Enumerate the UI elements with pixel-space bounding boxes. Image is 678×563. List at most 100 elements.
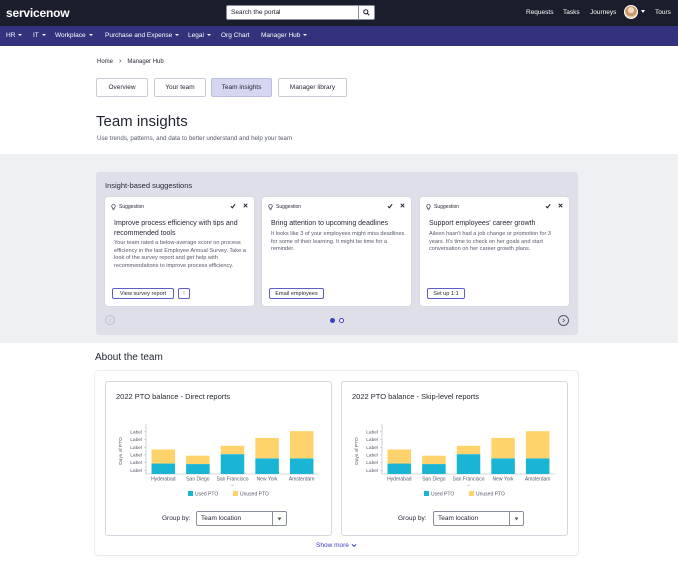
chevron-down-icon [509,512,523,525]
breadcrumb: Home › Manager Hub [97,58,164,65]
nav-item-purchase-expense[interactable]: Purchase and Expense [105,32,180,39]
nav-item-workplace[interactable]: Workplace [55,32,93,39]
search-input[interactable] [227,6,357,19]
bar-used-pto [491,458,515,474]
x-tick-label: Hyderabad [387,477,412,483]
y-tick-label: Label [130,460,142,466]
caret-down-icon [175,34,180,37]
bar-used-pto [255,458,279,474]
tasks-link[interactable]: Tasks [563,9,580,16]
nav-item-legal[interactable]: Legal [188,32,211,39]
caret-down-icon [18,34,23,37]
y-axis-title: Days of PTO [354,437,360,465]
bar-unused-pto [422,455,446,465]
nav-label: Legal [188,32,204,39]
x-tick-label: Amsterdam [289,477,315,483]
email-employees-button[interactable]: Email employees [269,288,324,299]
bar-used-pto [186,464,210,474]
legend-swatch [233,491,238,496]
close-icon[interactable] [243,203,248,208]
lightbulb-icon [426,204,431,210]
legend-swatch [469,491,474,496]
x-tick-sublabel: ... [230,482,234,488]
y-tick-label: Label [366,437,378,443]
y-tick-label: Label [366,468,378,474]
group-by-label: Group by: [162,515,191,522]
y-tick-label: Label [366,460,378,466]
group-by-select[interactable]: Team location [196,511,287,526]
caret-down-icon [41,34,46,37]
group-by-value: Team location [438,515,479,522]
set-up-1-1-button[interactable]: Set up 1:1 [427,288,465,299]
x-tick-label: San Diego [422,477,446,483]
card-body: Your team rated a below-average score on… [114,240,246,270]
y-tick-label: Label [130,437,142,443]
chart-title: 2022 PTO balance - Skip-level reports [352,392,480,401]
view-survey-report-button[interactable]: View survey report [112,288,174,299]
legend-label: Unused PTO [240,491,269,497]
carousel-next-button[interactable] [558,315,569,326]
card-body: Aileen hasn't had a job change or promot… [429,231,552,253]
group-by-label: Group by: [398,515,427,522]
carousel-dot[interactable] [339,318,344,323]
suggestion-tag-text: Suggestion [434,204,460,210]
chevron-down-icon[interactable] [641,10,645,13]
nav-item-it[interactable]: IT [33,32,46,39]
caret-down-icon [88,34,93,37]
y-tick-label: Label [130,468,142,474]
bar-unused-pto [387,449,412,464]
bar-used-pto [456,454,481,474]
more-options-button[interactable]: ⁝ [178,288,190,299]
search-box [226,5,375,20]
bar-used-pto [422,464,446,474]
tab-your-team[interactable]: Your team [154,78,206,97]
requests-link[interactable]: Requests [526,9,553,16]
user-avatar[interactable] [624,5,638,19]
card-title: Improve process efficiency with tips and… [114,220,238,237]
bar-used-pto [151,463,176,474]
y-tick-label: Label [366,445,378,451]
x-tick-label: Amsterdam [525,477,551,483]
servicenow-logo[interactable]: servicenow [6,6,70,20]
page-subtitle: Use trends, patterns, and data to better… [97,135,293,142]
carousel-dot-active[interactable] [330,318,335,323]
show-more-link[interactable]: Show more [316,542,357,549]
x-tick-label: New York [493,477,515,483]
nav-item-org-chart[interactable]: Org Chart [221,32,250,39]
nav-item-manager-hub[interactable]: Manager Hub [261,32,308,39]
group-by-select[interactable]: Team location [433,511,524,526]
journeys-link[interactable]: Journeys [590,9,616,16]
close-icon[interactable] [558,203,563,208]
suggestion-card: Suggestion Support employees' career gro… [420,197,569,306]
main-nav: HR IT Workplace Purchase and Expense Leg… [0,26,678,46]
nav-label: Manager Hub [261,32,301,39]
group-by-value: Team location [201,515,242,522]
close-icon[interactable] [400,203,405,208]
breadcrumb-home[interactable]: Home [97,59,113,65]
bar-used-pto [387,463,412,474]
bar-unused-pto [525,431,550,459]
tab-overview[interactable]: Overview [96,78,148,97]
suggestion-tag: Suggestion [426,204,459,210]
bar-unused-pto [255,437,279,459]
lightbulb-icon [111,204,116,210]
nav-item-hr[interactable]: HR [6,32,23,39]
tab-team-insights[interactable]: Team insights [211,78,272,97]
carousel-prev-button[interactable] [105,315,115,325]
search-button[interactable] [358,6,374,19]
y-tick-label: Label [130,429,142,435]
x-tick-label: Hyderabad [151,477,176,483]
check-icon[interactable] [230,203,236,209]
show-more-label: Show more [316,542,349,549]
tours-link[interactable]: Tours [655,9,671,16]
pto-direct-reports-card: 2022 PTO balance - Direct reports Days o… [105,381,332,536]
legend-swatch [424,491,429,496]
check-icon[interactable] [387,203,393,209]
card-body: It looks like 3 of your employees might … [271,231,405,253]
legend-label: Used PTO [431,491,454,497]
check-icon[interactable] [545,203,551,209]
tab-manager-library[interactable]: Manager library [278,78,347,97]
bar-unused-pto [151,449,176,464]
chevron-left-icon [108,317,112,323]
bar-used-pto [220,454,245,474]
